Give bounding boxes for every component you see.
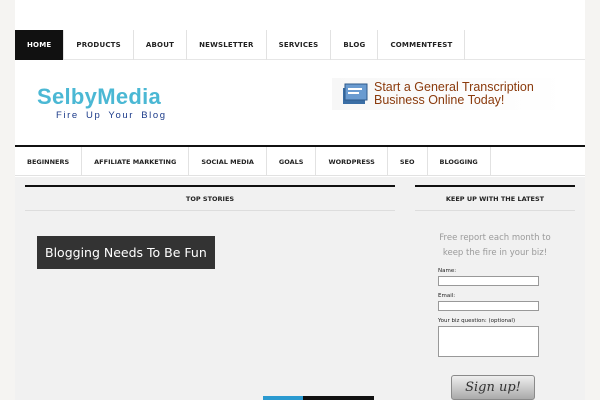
cat-wordpress[interactable]: WORDPRESS [316, 147, 388, 176]
featured-story-title[interactable]: Blogging Needs To Be Fun [37, 236, 215, 269]
site-header: SelbyMedia Fire Up Your Blog Start a Gen… [15, 60, 585, 144]
email-label: Email: [438, 293, 456, 299]
email-field[interactable] [438, 301, 539, 311]
slider-indicator[interactable] [303, 396, 374, 400]
cat-social-media[interactable]: SOCIAL MEDIA [189, 147, 267, 176]
newsletter-signup: Free report each month to keep the fire … [415, 211, 575, 357]
top-stories-column: TOP STORIES Blogging Needs To Be Fun [25, 185, 395, 400]
top-stories-title: TOP STORIES [25, 185, 395, 211]
free-report-line-1: Free report each month to [439, 233, 551, 243]
sidebar-title: KEEP UP WITH THE LATEST [415, 185, 575, 211]
name-field[interactable] [438, 276, 539, 286]
signup-button[interactable]: Sign up! [451, 375, 535, 400]
transcription-ad-icon [343, 83, 368, 104]
nav-services[interactable]: SERVICES [267, 30, 332, 60]
nav-newsletter[interactable]: NEWSLETTER [187, 30, 267, 60]
question-label: Your biz question: (optional) [438, 318, 516, 324]
nav-home[interactable]: HOME [15, 30, 65, 60]
main-content: TOP STORIES Blogging Needs To Be Fun KEE… [15, 177, 585, 400]
header-ad-banner[interactable]: Start a General Transcription Business O… [332, 78, 564, 110]
cat-goals[interactable]: GOALS [267, 147, 317, 176]
slider-indicator-active[interactable] [263, 396, 303, 400]
question-field[interactable] [438, 326, 539, 357]
nav-about[interactable]: ABOUT [134, 30, 188, 60]
sidebar: KEEP UP WITH THE LATEST Free report each… [415, 185, 575, 400]
free-report-line-2: keep the fire in your biz! [442, 248, 548, 258]
ad-text: Start a General Transcription Business O… [374, 81, 534, 107]
free-report-text: Free report each month to keep the fire … [415, 231, 575, 261]
nav-products[interactable]: PRODUCTS [64, 30, 134, 60]
signup-form: Name: Email: Your biz question: (optiona… [438, 268, 552, 357]
cat-blogging[interactable]: BLOGGING [428, 147, 491, 176]
ad-line-2: Business Online Today! [374, 93, 505, 107]
cat-beginners[interactable]: BEGINNERS [15, 147, 83, 176]
site-tagline: Fire Up Your Blog [56, 110, 167, 121]
name-label: Name: [438, 268, 457, 274]
cat-affiliate-marketing[interactable]: AFFILIATE MARKETING [82, 147, 190, 176]
cat-seo[interactable]: SEO [388, 147, 428, 176]
site-logo[interactable]: SelbyMedia [37, 84, 161, 110]
top-navigation: HOME PRODUCTS ABOUT NEWSLETTER SERVICES … [15, 30, 585, 60]
nav-commentfest[interactable]: COMMENTFEST [378, 30, 466, 60]
nav-blog[interactable]: BLOG [331, 30, 379, 60]
category-navigation: BEGINNERS AFFILIATE MARKETING SOCIAL MED… [15, 145, 585, 176]
